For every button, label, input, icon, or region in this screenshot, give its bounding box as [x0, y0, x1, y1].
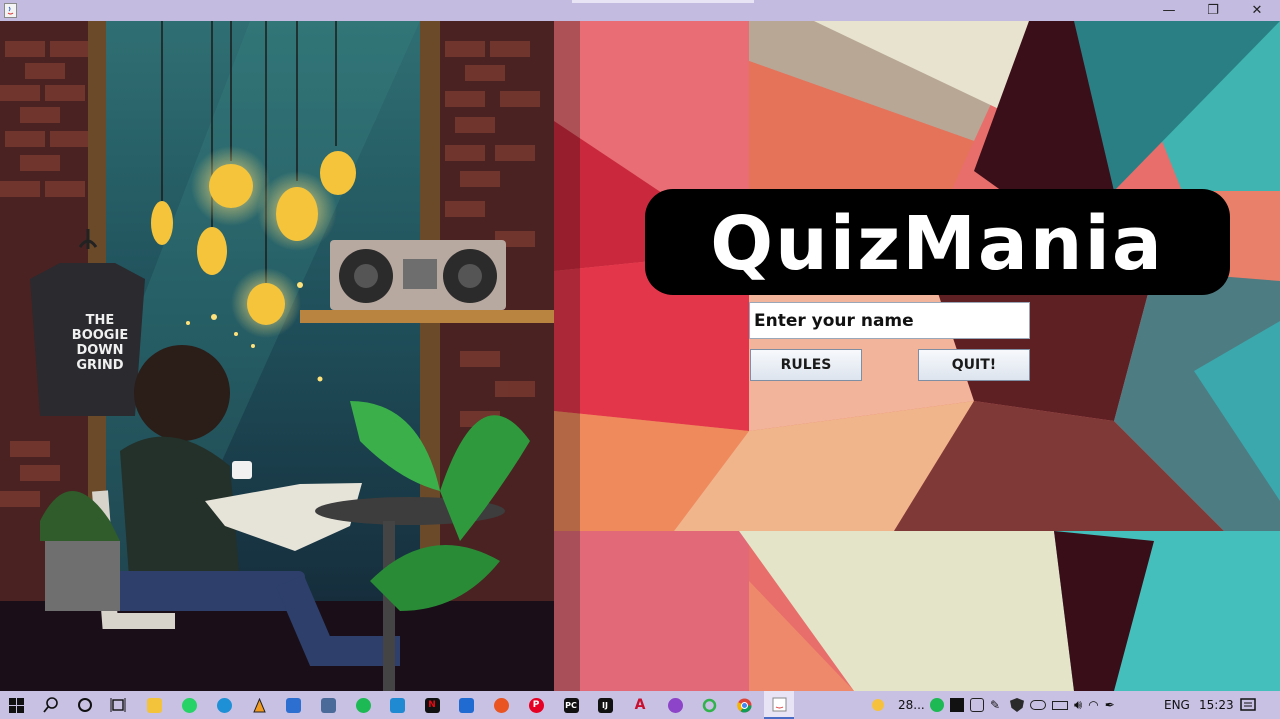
wifi-icon[interactable]: ◠ — [1088, 698, 1098, 712]
poster-line: DOWN — [76, 343, 124, 358]
weather-sun-icon — [872, 699, 884, 711]
restore-icon: ❐ — [1207, 3, 1219, 18]
weather-widget[interactable]: 28... — [870, 691, 925, 719]
taskbar-app[interactable]: IJ — [594, 694, 616, 716]
taskbar-app[interactable] — [352, 694, 374, 716]
poster-line: THE — [85, 313, 115, 328]
taskbar-app[interactable]: P — [525, 694, 547, 716]
task-view-button[interactable] — [107, 694, 129, 716]
taskbar-app[interactable] — [178, 694, 200, 716]
taskbar-app[interactable] — [664, 694, 686, 716]
rules-button[interactable]: RULES — [750, 349, 862, 381]
quizmania-logo: QuizMania — [645, 189, 1230, 295]
pen-tray-icon[interactable]: ✎ — [990, 698, 1004, 712]
java-app-icon — [4, 3, 17, 18]
edge-icon — [216, 697, 232, 713]
taskbar-app[interactable] — [143, 694, 165, 716]
weather-temp: 28... — [898, 698, 925, 712]
pen-workspace-icon[interactable]: ✒ — [1105, 698, 1115, 712]
close-icon: ✕ — [1251, 3, 1263, 18]
cortana-button[interactable] — [74, 694, 96, 716]
circle-icon — [78, 698, 92, 712]
taskbar-app[interactable] — [733, 694, 755, 716]
cloud-icon[interactable] — [1030, 700, 1046, 710]
minimize-icon: — — [1162, 3, 1176, 18]
ring-icon — [702, 698, 716, 712]
language-indicator[interactable]: ENG — [1164, 691, 1190, 719]
intellij-icon: IJ — [597, 697, 613, 713]
store-icon — [285, 697, 301, 713]
taskbar-app[interactable] — [213, 694, 235, 716]
taskbar-app[interactable] — [317, 694, 339, 716]
taskbar-app[interactable] — [490, 694, 512, 716]
taskbar-app[interactable] — [455, 694, 477, 716]
pycharm-icon: PC — [563, 697, 579, 713]
calculator-icon — [320, 697, 336, 713]
ubuntu-icon — [493, 697, 509, 713]
task-view-icon — [110, 698, 126, 712]
notification-icon — [1240, 698, 1256, 711]
poster-line: BOOGIE — [71, 328, 129, 343]
cone-icon — [252, 697, 266, 712]
acrobat-icon: A — [634, 697, 646, 713]
whatsapp-icon — [181, 697, 197, 713]
intellij-tray-icon[interactable] — [950, 698, 964, 712]
windows-taskbar: N P PC IJ A 28... ✎ 🔊︎ ◠ ✒ ENG 15:23 — [0, 691, 1280, 719]
spotify-icon — [355, 697, 371, 713]
taskbar-app-active[interactable] — [764, 691, 794, 719]
taskbar-app[interactable]: A — [629, 694, 651, 716]
taskbar-app[interactable]: N — [421, 694, 443, 716]
logo-text: QuizMania — [710, 201, 1164, 287]
volume-icon[interactable]: 🔊︎ — [1074, 698, 1082, 713]
poster-line: GRIND — [76, 358, 124, 373]
folder-icon — [146, 697, 162, 713]
clock[interactable]: 15:23 — [1199, 691, 1234, 719]
taskbar-app[interactable] — [282, 694, 304, 716]
taskbar-app[interactable] — [248, 694, 270, 716]
spotify-tray-icon[interactable] — [930, 698, 944, 712]
mail-icon — [458, 697, 474, 713]
search-icon — [43, 697, 58, 713]
netflix-icon: N — [424, 697, 440, 713]
chrome-icon — [736, 698, 751, 712]
title-drag-strip — [572, 0, 754, 3]
window-title-bar: — ❐ ✕ — [0, 0, 1280, 21]
minimize-button[interactable]: — — [1148, 0, 1190, 21]
quiz-window-content: THE BOOGIE DOWN GRIND QuizMania Enter yo… — [0, 21, 1280, 691]
shirt-poster-text: THE BOOGIE DOWN GRIND — [55, 313, 145, 373]
geometric-background — [554, 21, 1280, 691]
vscode-icon — [389, 697, 405, 713]
search-button[interactable] — [40, 694, 62, 716]
start-button[interactable] — [5, 694, 27, 716]
quit-button[interactable]: QUIT! — [918, 349, 1030, 381]
java-icon — [772, 697, 786, 711]
taskbar-app[interactable] — [698, 694, 720, 716]
podcast-icon — [667, 697, 683, 713]
system-tray-icons: ✎ 🔊︎ ◠ ✒ — [930, 691, 1115, 719]
security-tray-icon[interactable] — [970, 698, 984, 712]
taskbar-app[interactable]: PC — [560, 694, 582, 716]
windows-logo-icon — [8, 697, 24, 713]
pinterest-icon: P — [528, 697, 544, 713]
close-button[interactable]: ✕ — [1236, 0, 1278, 21]
name-input[interactable] — [749, 302, 1030, 339]
shield-icon[interactable] — [1010, 698, 1024, 712]
restore-button[interactable]: ❐ — [1192, 0, 1234, 21]
notification-button[interactable] — [1240, 691, 1256, 719]
taskbar-app[interactable] — [386, 694, 408, 716]
battery-icon[interactable] — [1052, 700, 1068, 710]
